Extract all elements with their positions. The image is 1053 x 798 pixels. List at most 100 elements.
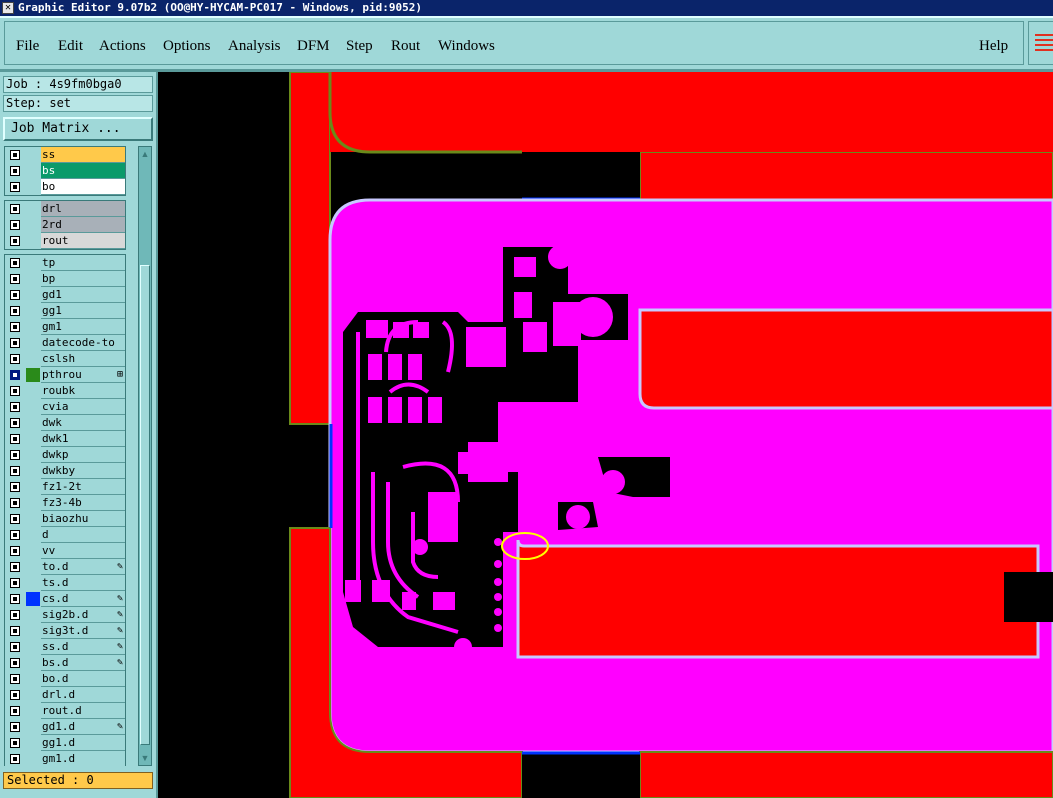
layer-name[interactable]: gm1.d: [41, 751, 125, 766]
layer-checkbox[interactable]: [10, 418, 20, 428]
menu-file[interactable]: File: [16, 38, 39, 55]
layer-row-pthrou[interactable]: pthrou ⊞: [5, 367, 125, 383]
layer-row-ss.d[interactable]: ss.d ✎: [5, 639, 125, 655]
layer-checkbox[interactable]: [10, 610, 20, 620]
layer-name[interactable]: sig3t.d ✎: [41, 623, 125, 639]
app-icon[interactable]: ✕: [2, 2, 14, 14]
layer-name[interactable]: drl.d: [41, 687, 125, 703]
layer-row-rout.d[interactable]: rout.d: [5, 703, 125, 719]
layer-checkbox[interactable]: [10, 578, 20, 588]
layer-row-sig3t.d[interactable]: sig3t.d ✎: [5, 623, 125, 639]
layer-row-gg1[interactable]: gg1: [5, 303, 125, 319]
layer-checkbox[interactable]: [10, 434, 20, 444]
layer-checkbox[interactable]: [10, 626, 20, 636]
layer-row-drl[interactable]: drl: [5, 201, 125, 217]
layer-checkbox[interactable]: [10, 150, 20, 160]
layer-row-bo.d[interactable]: bo.d: [5, 671, 125, 687]
edit-icon[interactable]: ✎: [117, 657, 123, 669]
toolbar-toggle[interactable]: [1028, 21, 1053, 65]
menu-analysis[interactable]: Analysis: [228, 38, 281, 55]
layer-name[interactable]: dwk1: [41, 431, 125, 447]
layer-checkbox[interactable]: [10, 514, 20, 524]
scroll-down-icon[interactable]: ▼: [140, 752, 150, 764]
layer-checkbox[interactable]: [10, 386, 20, 396]
layer-checkbox[interactable]: [10, 220, 20, 230]
layer-checkbox[interactable]: [10, 182, 20, 192]
layer-name[interactable]: 2rd: [41, 217, 125, 233]
edit-icon[interactable]: ✎: [117, 641, 123, 653]
expand-icon[interactable]: ⊞: [117, 369, 123, 381]
layer-color-swatch[interactable]: [26, 368, 40, 382]
edit-icon[interactable]: ✎: [117, 609, 123, 621]
layer-name[interactable]: bs: [41, 163, 125, 179]
layer-row-dwk[interactable]: dwk: [5, 415, 125, 431]
layer-name[interactable]: rout.d: [41, 703, 125, 719]
layer-row-gm1[interactable]: gm1: [5, 319, 125, 335]
layer-row-cvia[interactable]: cvia: [5, 399, 125, 415]
layer-checkbox[interactable]: [10, 658, 20, 668]
menu-rout[interactable]: Rout: [391, 38, 420, 55]
menu-edit[interactable]: Edit: [58, 38, 83, 55]
menu-actions[interactable]: Actions: [99, 38, 146, 55]
layer-row-gm1.d[interactable]: gm1.d: [5, 751, 125, 766]
edit-icon[interactable]: ✎: [117, 721, 123, 733]
layer-name[interactable]: ss: [41, 147, 125, 163]
layer-color-swatch[interactable]: [26, 592, 40, 606]
layer-row-gd1.d[interactable]: gd1.d ✎: [5, 719, 125, 735]
pcb-view[interactable]: [158, 72, 1053, 798]
layer-checkbox[interactable]: [10, 706, 20, 716]
layer-name[interactable]: biaozhu: [41, 511, 125, 527]
layer-row-d[interactable]: d: [5, 527, 125, 543]
layer-name[interactable]: bs.d ✎: [41, 655, 125, 671]
layer-checkbox[interactable]: [10, 274, 20, 284]
layer-row-tp[interactable]: tp: [5, 255, 125, 271]
menu-windows[interactable]: Windows: [438, 38, 495, 55]
layer-name[interactable]: ss.d ✎: [41, 639, 125, 655]
layer-scrollbar[interactable]: ▲ ▼: [138, 146, 152, 766]
layer-name[interactable]: gm1: [41, 319, 125, 335]
layer-checkbox[interactable]: [10, 722, 20, 732]
edit-icon[interactable]: ✎: [117, 625, 123, 637]
layer-row-cs.d[interactable]: cs.d ✎: [5, 591, 125, 607]
graphic-canvas[interactable]: [158, 72, 1053, 798]
layer-name[interactable]: cs.d ✎: [41, 591, 125, 607]
layer-name[interactable]: dwkp: [41, 447, 125, 463]
layer-name[interactable]: drl: [41, 201, 125, 217]
layer-name[interactable]: gg1: [41, 303, 125, 319]
layer-row-gd1[interactable]: gd1: [5, 287, 125, 303]
layer-checkbox[interactable]: [10, 738, 20, 748]
layer-row-sig2b.d[interactable]: sig2b.d ✎: [5, 607, 125, 623]
layer-checkbox[interactable]: [10, 530, 20, 540]
layer-checkbox[interactable]: [10, 498, 20, 508]
layer-row-dwk1[interactable]: dwk1: [5, 431, 125, 447]
layer-row-ss[interactable]: ss: [5, 147, 125, 163]
layer-checkbox[interactable]: [10, 166, 20, 176]
layer-row-bo[interactable]: bo: [5, 179, 125, 195]
edit-icon[interactable]: ✎: [117, 593, 123, 605]
layer-checkbox[interactable]: [10, 482, 20, 492]
layer-checkbox[interactable]: [10, 562, 20, 572]
layer-name[interactable]: gd1.d ✎: [41, 719, 125, 735]
layer-name[interactable]: cslsh: [41, 351, 125, 367]
layer-checkbox[interactable]: [10, 402, 20, 412]
layer-name[interactable]: bp: [41, 271, 125, 287]
layer-name[interactable]: cvia: [41, 399, 125, 415]
layer-checkbox[interactable]: [10, 690, 20, 700]
layer-row-fz3-4b[interactable]: fz3-4b: [5, 495, 125, 511]
layer-checkbox[interactable]: [10, 354, 20, 364]
layer-name[interactable]: bo: [41, 179, 125, 195]
layer-checkbox[interactable]: [10, 754, 20, 764]
layer-name[interactable]: gg1.d: [41, 735, 125, 751]
layer-name[interactable]: fz3-4b: [41, 495, 125, 511]
layer-name[interactable]: to.d ✎: [41, 559, 125, 575]
layer-name[interactable]: ts.d: [41, 575, 125, 591]
layer-name[interactable]: fz1-2t: [41, 479, 125, 495]
menu-options[interactable]: Options: [163, 38, 211, 55]
layer-row-drl.d[interactable]: drl.d: [5, 687, 125, 703]
layer-row-fz1-2t[interactable]: fz1-2t: [5, 479, 125, 495]
job-matrix-button[interactable]: Job Matrix ...: [3, 117, 153, 141]
layer-row-2rd[interactable]: 2rd: [5, 217, 125, 233]
layer-checkbox[interactable]: [10, 322, 20, 332]
layer-checkbox[interactable]: [10, 642, 20, 652]
scroll-up-icon[interactable]: ▲: [140, 148, 150, 160]
